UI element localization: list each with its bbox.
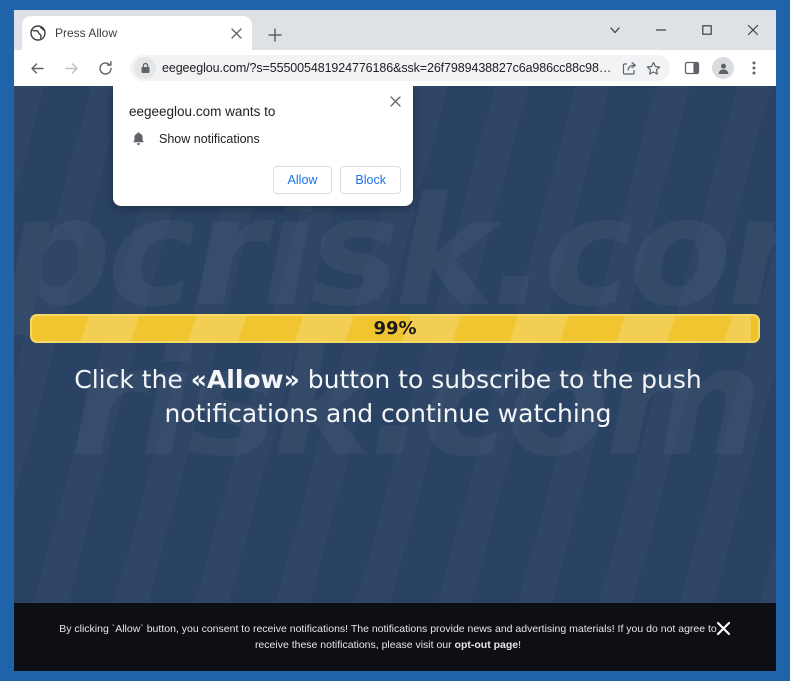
three-dot-menu-icon[interactable] — [740, 54, 768, 82]
address-bar[interactable]: eegeeglou.com/?s=555005481924776186&ssk=… — [130, 55, 670, 81]
minimize-icon[interactable] — [638, 13, 684, 47]
permission-dialog-buttons: Allow Block — [272, 166, 401, 194]
new-tab-button[interactable] — [262, 22, 288, 48]
browser-window: Press Allow eegeeglou.com/?s=55500548192… — [14, 10, 776, 671]
permission-dialog-title: eegeeglou.com wants to — [129, 104, 276, 119]
tab-search-chevron-down-icon[interactable] — [592, 13, 638, 47]
window-controls — [592, 10, 776, 50]
tab-title: Press Allow — [55, 26, 118, 40]
maximize-icon[interactable] — [684, 13, 730, 47]
consent-text-before: By clicking `Allow` button, you consent … — [59, 623, 717, 651]
address-bar-url[interactable]: eegeeglou.com/?s=555005481924776186&ssk=… — [162, 61, 616, 75]
permission-dialog-permission-label: Show notifications — [159, 132, 260, 146]
forward-arrow-icon[interactable] — [57, 54, 85, 82]
bell-icon — [129, 130, 147, 148]
progress-bar: 99% — [30, 314, 760, 343]
screenshot-root: Press Allow eegeeglou.com/?s=55500548192… — [0, 0, 790, 681]
bookmark-star-icon[interactable] — [642, 57, 664, 79]
close-window-icon[interactable] — [730, 13, 776, 47]
tab-close-icon[interactable] — [228, 25, 244, 41]
headline-emphasis: «Allow» — [190, 365, 300, 394]
allow-button[interactable]: Allow — [272, 166, 333, 194]
permission-close-icon[interactable] — [385, 91, 405, 111]
side-panel-icon[interactable] — [678, 54, 706, 82]
permission-dialog-row: Show notifications — [129, 130, 260, 148]
globe-icon — [30, 25, 46, 41]
page-content: pcrisk.com risk.com 99% Click the «Allow… — [14, 86, 776, 671]
notification-permission-dialog: eegeeglou.com wants to Show notification… — [113, 86, 413, 206]
headline-prefix: Click the — [74, 365, 191, 394]
profile-avatar-icon[interactable] — [712, 57, 734, 79]
consent-text-after: ! — [518, 639, 522, 651]
share-icon[interactable] — [618, 57, 640, 79]
lock-icon[interactable] — [134, 57, 156, 79]
browser-tab[interactable]: Press Allow — [22, 16, 252, 50]
tab-strip: Press Allow — [14, 10, 776, 50]
back-arrow-icon[interactable] — [23, 54, 51, 82]
block-button[interactable]: Block — [340, 166, 401, 194]
consent-footer-bar: By clicking `Allow` button, you consent … — [14, 603, 776, 671]
consent-footer-close-icon[interactable] — [714, 619, 732, 637]
progress-bar-label: 99% — [373, 318, 417, 339]
page-headline: Click the «Allow» button to subscribe to… — [54, 363, 722, 431]
browser-toolbar: eegeeglou.com/?s=555005481924776186&ssk=… — [14, 50, 776, 86]
opt-out-page-link[interactable]: opt-out page — [455, 639, 519, 651]
reload-icon[interactable] — [91, 54, 119, 82]
consent-footer-text: By clicking `Allow` button, you consent … — [14, 621, 776, 653]
